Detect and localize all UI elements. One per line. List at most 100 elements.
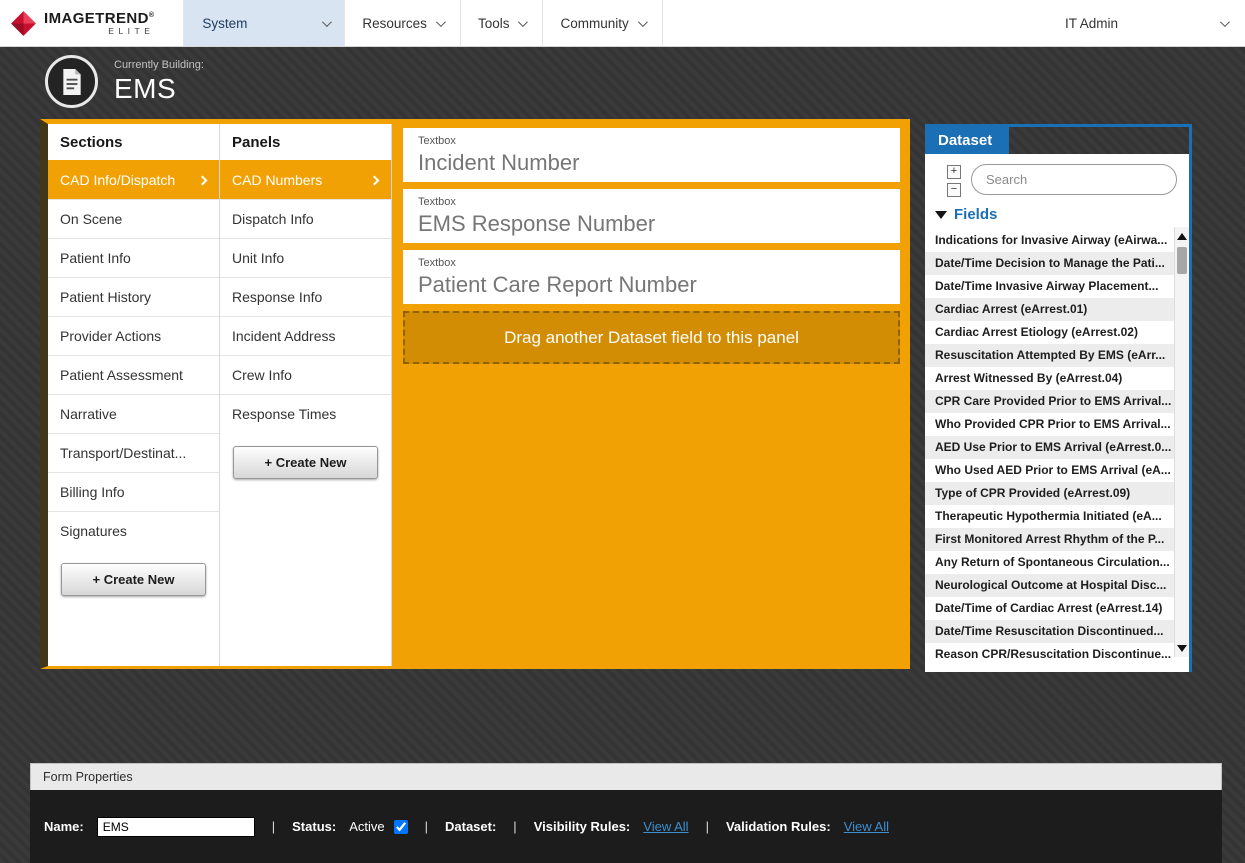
dataset-field-item[interactable]: Therapeutic Hypothermia Initiated (eA... bbox=[925, 505, 1189, 528]
separator: | bbox=[509, 819, 520, 834]
currently-building-header: Currently Building: EMS bbox=[45, 55, 204, 108]
sections-header: Sections bbox=[48, 124, 219, 160]
form-properties-panel: Form Properties Name: | Status: Active |… bbox=[30, 763, 1222, 863]
panel-item[interactable]: Crew Info bbox=[220, 355, 391, 394]
dataset-field-list: Indications for Invasive Airway (eAirwa.… bbox=[925, 229, 1189, 666]
scrollbar-thumb[interactable] bbox=[1177, 247, 1187, 274]
dataset-toolbar: + − bbox=[925, 154, 1189, 198]
expand-all-icon[interactable]: + bbox=[947, 165, 961, 179]
section-item[interactable]: Patient Assessment bbox=[48, 355, 219, 394]
panel-item[interactable]: Incident Address bbox=[220, 316, 391, 355]
dataset-tab[interactable]: Dataset bbox=[925, 127, 1009, 154]
top-navbar: IMAGETREND® ELITE System Resources Tools… bbox=[0, 0, 1245, 47]
user-menu[interactable]: IT Admin bbox=[1055, 0, 1245, 46]
dataset-field-item[interactable]: Date/Time of Cardiac Arrest (eArrest.14) bbox=[925, 597, 1189, 620]
dataset-scrollbar[interactable] bbox=[1174, 227, 1189, 657]
sections-list: CAD Info/Dispatch On Scene Patient Info bbox=[48, 160, 219, 550]
brand-elite: ELITE bbox=[44, 27, 154, 36]
dataset-field-item[interactable]: Date/Time Resuscitation Discontinued... bbox=[925, 620, 1189, 643]
fields-group-header[interactable]: Fields bbox=[925, 198, 1189, 229]
visibility-rules-label: Visibility Rules: bbox=[534, 819, 631, 834]
section-item[interactable]: Patient History bbox=[48, 277, 219, 316]
user-name: IT Admin bbox=[1065, 16, 1118, 31]
chevron-down-icon bbox=[518, 17, 528, 27]
panels-list: CAD Numbers Dispatch Info Unit Info bbox=[220, 160, 391, 433]
form-field-card[interactable]: Textbox EMS Response Number bbox=[403, 189, 900, 243]
dataset-field-item[interactable]: Any Return of Spontaneous Circulation... bbox=[925, 551, 1189, 574]
dataset-panel: Dataset + − Fields Indications for Invas… bbox=[925, 124, 1192, 672]
form-properties-title: Form Properties bbox=[30, 763, 1222, 790]
section-item[interactable]: Narrative bbox=[48, 394, 219, 433]
chevron-down-icon bbox=[322, 17, 332, 27]
separator: | bbox=[702, 819, 713, 834]
dataset-search-input[interactable] bbox=[971, 164, 1177, 195]
dataset-field-item[interactable]: Who Used AED Prior to EMS Arrival (eA... bbox=[925, 459, 1189, 482]
imagetrend-logo[interactable]: IMAGETREND® ELITE bbox=[0, 0, 168, 46]
validation-view-all-link[interactable]: View All bbox=[844, 819, 889, 834]
section-item[interactable]: Patient Info bbox=[48, 238, 219, 277]
panels-column: Panels CAD Numbers Dispatch Info Unit In… bbox=[220, 124, 392, 666]
create-section-button[interactable]: + Create New bbox=[61, 563, 206, 596]
chevron-down-icon bbox=[638, 17, 648, 27]
visibility-view-all-link[interactable]: View All bbox=[643, 819, 688, 834]
panel-item[interactable]: Unit Info bbox=[220, 238, 391, 277]
section-item[interactable]: Billing Info bbox=[48, 472, 219, 511]
currently-building-label: Currently Building: bbox=[114, 59, 204, 71]
dataset-field-item[interactable]: CPR Care Provided Prior to EMS Arrival..… bbox=[925, 390, 1189, 413]
dataset-field-item[interactable]: Resuscitation Attempted By EMS (eArr... bbox=[925, 344, 1189, 367]
panels-header: Panels bbox=[220, 124, 391, 160]
build-titles: Currently Building: EMS bbox=[114, 59, 204, 105]
status-active-checkbox[interactable] bbox=[394, 820, 408, 834]
validation-rules-label: Validation Rules: bbox=[726, 819, 831, 834]
dataset-field-item[interactable]: Date/Time Invasive Airway Placement... bbox=[925, 275, 1189, 298]
nav-menu-item[interactable]: Tools bbox=[460, 0, 543, 46]
dataset-field-item[interactable]: Reason CPR/Resuscitation Discontinue... bbox=[925, 643, 1189, 666]
form-field-card[interactable]: Textbox Patient Care Report Number bbox=[403, 250, 900, 304]
form-builder: Sections CAD Info/Dispatch On Scene Pati… bbox=[40, 119, 910, 669]
dataset-field-item[interactable]: Cardiac Arrest (eArrest.01) bbox=[925, 298, 1189, 321]
form-document-icon bbox=[45, 55, 98, 108]
section-item[interactable]: Signatures bbox=[48, 511, 219, 550]
status-label: Status: bbox=[292, 819, 336, 834]
chevron-down-icon bbox=[1220, 17, 1230, 27]
section-item[interactable]: On Scene bbox=[48, 199, 219, 238]
nav-menu-item[interactable]: System bbox=[183, 0, 344, 46]
section-item[interactable]: Transport/Destinat... bbox=[48, 433, 219, 472]
sections-column: Sections CAD Info/Dispatch On Scene Pati… bbox=[48, 124, 220, 666]
separator: | bbox=[268, 819, 279, 834]
brand-name: IMAGETREND® bbox=[44, 11, 154, 26]
panel-item[interactable]: Response Times bbox=[220, 394, 391, 433]
form-field-card[interactable]: Textbox Incident Number bbox=[403, 128, 900, 182]
dataset-field-item[interactable]: Cardiac Arrest Etiology (eArrest.02) bbox=[925, 321, 1189, 344]
create-panel-button[interactable]: + Create New bbox=[233, 446, 378, 479]
dataset-field-dropzone[interactable]: Drag another Dataset field to this panel bbox=[403, 311, 900, 364]
brand-text: IMAGETREND® ELITE bbox=[44, 11, 154, 36]
scroll-up-icon[interactable] bbox=[1175, 227, 1189, 245]
dataset-field-item[interactable]: First Monitored Arrest Rhythm of the P..… bbox=[925, 528, 1189, 551]
dataset-label: Dataset: bbox=[445, 819, 496, 834]
nav-menu-item[interactable]: Resources bbox=[344, 0, 460, 46]
dataset-field-item[interactable]: Who Provided CPR Prior to EMS Arrival... bbox=[925, 413, 1189, 436]
collapse-triangle-icon bbox=[935, 211, 947, 219]
chevron-right-icon bbox=[370, 176, 380, 186]
dataset-field-item[interactable]: Neurological Outcome at Hospital Disc... bbox=[925, 574, 1189, 597]
fields-group-label: Fields bbox=[954, 206, 997, 223]
dataset-field-item[interactable]: Date/Time Decision to Manage the Pati... bbox=[925, 252, 1189, 275]
collapse-all-icon[interactable]: − bbox=[947, 183, 961, 197]
dataset-field-item[interactable]: Type of CPR Provided (eArrest.09) bbox=[925, 482, 1189, 505]
form-name-input[interactable] bbox=[97, 817, 255, 837]
panel-item[interactable]: CAD Numbers bbox=[220, 160, 391, 199]
section-item[interactable]: CAD Info/Dispatch bbox=[48, 160, 219, 199]
field-cards: Textbox Incident Number Textbox EMS Resp… bbox=[403, 128, 900, 304]
section-item[interactable]: Provider Actions bbox=[48, 316, 219, 355]
nav-menu-item[interactable]: Community bbox=[542, 0, 662, 46]
dataset-field-item[interactable]: Indications for Invasive Airway (eAirwa.… bbox=[925, 229, 1189, 252]
panel-item[interactable]: Response Info bbox=[220, 277, 391, 316]
brand-diamond-icon bbox=[10, 10, 37, 37]
dataset-field-item[interactable]: AED Use Prior to EMS Arrival (eArrest.0.… bbox=[925, 436, 1189, 459]
panel-item[interactable]: Dispatch Info bbox=[220, 199, 391, 238]
scroll-down-icon[interactable] bbox=[1175, 639, 1189, 657]
separator: | bbox=[421, 819, 432, 834]
dataset-field-item[interactable]: Arrest Witnessed By (eArrest.04) bbox=[925, 367, 1189, 390]
build-stage: Currently Building: EMS Sections CAD Inf… bbox=[0, 47, 1245, 863]
